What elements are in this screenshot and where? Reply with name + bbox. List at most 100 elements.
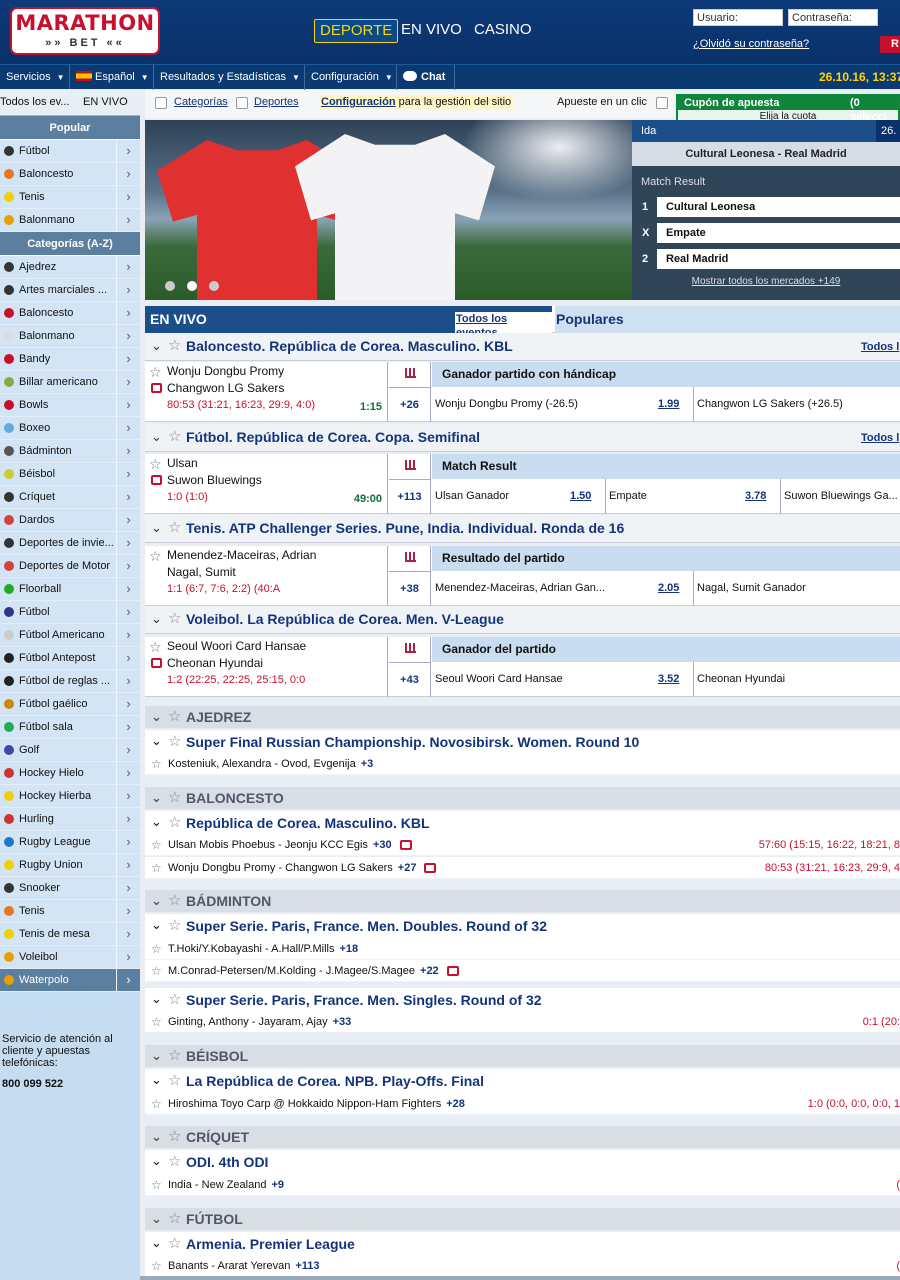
sidebar-item-fútbol-sala[interactable]: Fútbol sala ›: [0, 716, 140, 739]
sidebar-item-voleibol[interactable]: Voleibol ›: [0, 946, 140, 969]
categorias-checkbox[interactable]: [155, 97, 167, 109]
promo-banner[interactable]: [145, 120, 632, 300]
chevron-down-icon[interactable]: ⌄: [151, 520, 162, 536]
chevron-down-icon[interactable]: ⌄: [151, 429, 162, 445]
nav-deporte[interactable]: DEPORTE: [314, 19, 399, 43]
sidebar-item-fútbol-antepost[interactable]: Fútbol Antepost ›: [0, 647, 140, 670]
match-teams[interactable]: ☆ Menendez-Maceiras, Adrian Nagal, Sumit 1:…: [145, 546, 388, 606]
menu-language[interactable]: Español ▼: [70, 65, 154, 90]
star-icon[interactable]: ☆: [168, 1045, 181, 1067]
match-row[interactable]: ☆ Kosteniuk, Alexandra - Ovod, Evgenija +3: [145, 753, 900, 775]
live-league-header[interactable]: ⌄ ☆ Baloncesto. República de Corea. Mascul…: [145, 333, 900, 361]
sidebar-item-deportes-de-motor[interactable]: Deportes de Motor ›: [0, 555, 140, 578]
category-header[interactable]: ⌄ ☆ BALONCESTO: [145, 787, 900, 809]
chevron-right-icon[interactable]: ›: [116, 693, 140, 715]
chevron-down-icon[interactable]: ⌄: [151, 1126, 162, 1148]
username-input[interactable]: Usuario:: [693, 9, 783, 26]
chevron-right-icon[interactable]: ›: [116, 785, 140, 807]
chevron-right-icon[interactable]: ›: [116, 647, 140, 669]
chevron-right-icon[interactable]: ›: [116, 140, 140, 162]
match-row[interactable]: ☆ Hiroshima Toyo Carp @ Hokkaido Nippon-H…: [145, 1093, 900, 1115]
chevron-down-icon[interactable]: ⌄: [151, 1235, 162, 1251]
chevron-right-icon[interactable]: ›: [116, 854, 140, 876]
scrollbar-track[interactable]: [140, 1276, 900, 1280]
league-header[interactable]: ⌄ ☆ Super Serie. Paris, France. Men. Singl…: [145, 988, 900, 1013]
tab-live[interactable]: EN VIVO: [83, 89, 128, 115]
more-markets-count[interactable]: +113: [389, 479, 431, 514]
chevron-right-icon[interactable]: ›: [116, 900, 140, 922]
chevron-right-icon[interactable]: ›: [116, 463, 140, 485]
star-icon[interactable]: ☆: [168, 813, 181, 831]
star-icon[interactable]: ☆: [168, 1126, 181, 1148]
more-markets-count[interactable]: +18: [340, 943, 359, 955]
sidebar-item-tenis[interactable]: Tenis ›: [0, 186, 140, 209]
sidebar-item-bádminton[interactable]: Bádminton ›: [0, 440, 140, 463]
chevron-down-icon[interactable]: ⌄: [151, 733, 162, 749]
odds-cell-draw[interactable]: Empate 3.78: [606, 479, 781, 514]
sidebar-item-balonmano[interactable]: Balonmano ›: [0, 325, 140, 348]
more-markets-count[interactable]: +3: [361, 758, 374, 770]
star-icon[interactable]: ☆: [149, 364, 162, 381]
sidebar-item-artes-marciales[interactable]: Artes marciales ... ›: [0, 279, 140, 302]
chevron-right-icon[interactable]: ›: [116, 808, 140, 830]
chevron-down-icon[interactable]: ⌄: [151, 1072, 162, 1088]
chevron-right-icon[interactable]: ›: [116, 762, 140, 784]
deportes-checkbox[interactable]: [236, 97, 248, 109]
star-icon[interactable]: ☆: [168, 890, 181, 912]
chevron-down-icon[interactable]: ⌄: [151, 706, 162, 728]
chevron-right-icon[interactable]: ›: [116, 486, 140, 508]
star-icon[interactable]: ☆: [168, 609, 181, 627]
star-icon[interactable]: ☆: [151, 1011, 162, 1033]
sidebar-item-balonmano[interactable]: Balonmano ›: [0, 209, 140, 232]
chevron-right-icon[interactable]: ›: [116, 440, 140, 462]
sidebar-item-ajedrez[interactable]: Ajedrez ›: [0, 256, 140, 279]
chevron-right-icon[interactable]: ›: [116, 946, 140, 968]
sidebar-item-rugby-league[interactable]: Rugby League ›: [0, 831, 140, 854]
config-link[interactable]: Configuración: [321, 96, 396, 108]
register-button[interactable]: R: [880, 36, 900, 53]
match-row[interactable]: ☆ Wonju Dongbu Promy - Changwon LG Sakers…: [145, 857, 900, 879]
chevron-right-icon[interactable]: ›: [116, 601, 140, 623]
star-icon[interactable]: ☆: [151, 753, 162, 775]
league-header[interactable]: ⌄ ☆ Super Serie. Paris, France. Men. Doubl…: [145, 914, 900, 939]
match-teams[interactable]: ☆ Ulsan Suwon Bluewings 1:0 (1:0) 49:00: [145, 454, 388, 514]
sidebar-item-bowls[interactable]: Bowls ›: [0, 394, 140, 417]
match-teams[interactable]: ☆ Seoul Woori Card Hansae Cheonan Hyundai 1…: [145, 637, 388, 697]
sidebar-item-bandy[interactable]: Bandy ›: [0, 348, 140, 371]
chevron-right-icon[interactable]: ›: [116, 923, 140, 945]
sidebar-item-hockey-hierba[interactable]: Hockey Hierba ›: [0, 785, 140, 808]
star-icon[interactable]: ☆: [168, 518, 181, 536]
chevron-right-icon[interactable]: ›: [116, 163, 140, 185]
star-icon[interactable]: ☆: [168, 706, 181, 728]
chevron-right-icon[interactable]: ›: [116, 509, 140, 531]
more-markets-count[interactable]: +30: [373, 839, 392, 851]
sidebar-item-tenis[interactable]: Tenis ›: [0, 900, 140, 923]
chevron-down-icon[interactable]: ⌄: [151, 890, 162, 912]
chevron-down-icon[interactable]: ⌄: [151, 1208, 162, 1230]
sidebar-item-billar-americano[interactable]: Billar americano ›: [0, 371, 140, 394]
star-icon[interactable]: ☆: [151, 960, 162, 982]
odds-cell-home[interactable]: Seoul Woori Card Hansae 3.52: [432, 662, 694, 697]
star-icon[interactable]: ☆: [168, 1208, 181, 1230]
chevron-down-icon[interactable]: ⌄: [151, 338, 162, 354]
odds-cell-away[interactable]: Suwon Bluewings Ga...: [781, 479, 900, 514]
category-header[interactable]: ⌄ ☆ CRÍQUET: [145, 1126, 900, 1148]
league-header[interactable]: ⌄ ☆ República de Corea. Masculino. KBL: [145, 811, 900, 836]
all-markets-link[interactable]: Todos l: [861, 432, 899, 444]
star-icon[interactable]: ☆: [168, 787, 181, 809]
star-icon[interactable]: ☆: [168, 1071, 181, 1089]
promo-more-markets[interactable]: Mostrar todos los mercados +149: [632, 276, 900, 287]
odds-cell-home[interactable]: Wonju Dongbu Promy (-26.5) 1.99: [432, 387, 694, 422]
chevron-right-icon[interactable]: ›: [116, 302, 140, 324]
more-markets-count[interactable]: +27: [398, 862, 417, 874]
chevron-right-icon[interactable]: ›: [116, 279, 140, 301]
sidebar-item-béisbol[interactable]: Béisbol ›: [0, 463, 140, 486]
league-header[interactable]: ⌄ ☆ Armenia. Premier League: [145, 1232, 900, 1257]
match-teams[interactable]: ☆ Wonju Dongbu Promy Changwon LG Sakers 80:…: [145, 362, 388, 422]
league-header[interactable]: ⌄ ☆ ODI. 4th ODI: [145, 1150, 900, 1175]
sidebar-item-fútbol-americano[interactable]: Fútbol Americano ›: [0, 624, 140, 647]
nav-casino[interactable]: CASINO: [474, 19, 532, 43]
chevron-down-icon[interactable]: ⌄: [151, 1153, 162, 1169]
categorias-link[interactable]: Categorías: [174, 96, 228, 108]
category-header[interactable]: ⌄ ☆ BÁDMINTON: [145, 890, 900, 912]
